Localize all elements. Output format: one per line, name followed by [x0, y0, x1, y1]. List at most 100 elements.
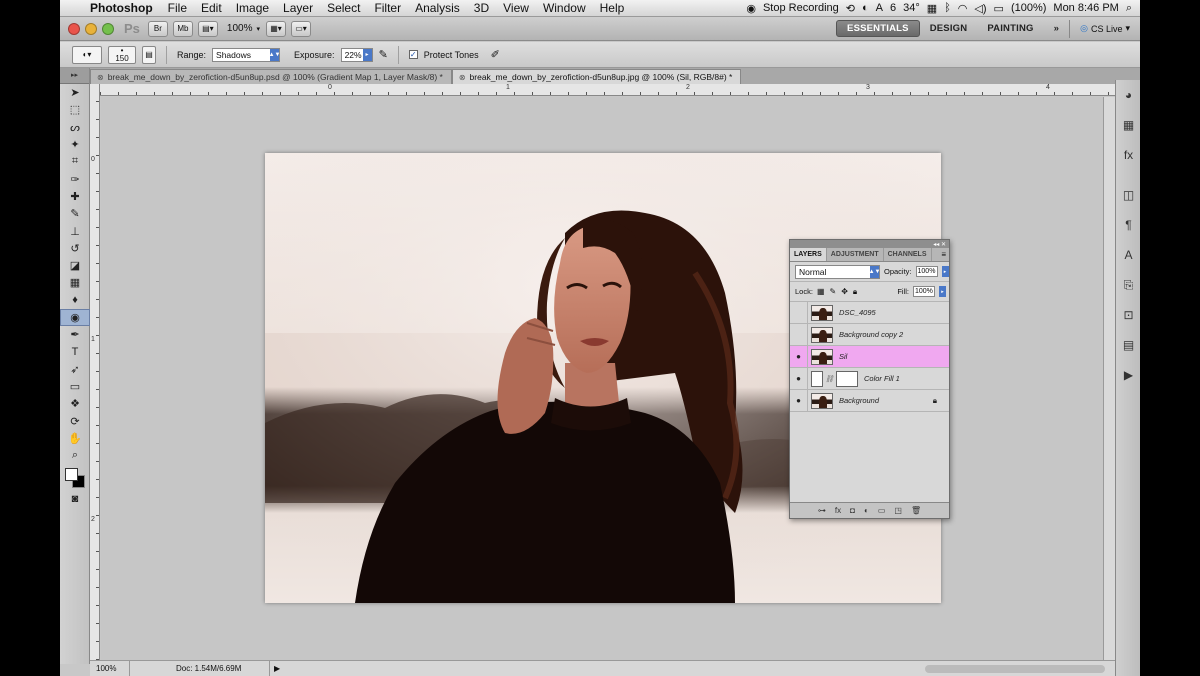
- 3d-rotate-tool-icon[interactable]: ❖: [60, 395, 90, 412]
- canvas-area[interactable]: ◂◂ ✕ LAYERS ADJUSTMENT CHANNELS ≡ Normal…: [101, 97, 1115, 660]
- tab-adjustment[interactable]: ADJUSTMENT: [827, 248, 884, 261]
- eraser-tool-icon[interactable]: ◪: [60, 257, 90, 274]
- crop-tool-icon[interactable]: ⌗: [60, 153, 90, 170]
- link-layers-icon[interactable]: ⊶: [818, 506, 826, 515]
- horizontal-ruler[interactable]: 0 1 2 3 4: [100, 84, 1115, 96]
- sync-icon[interactable]: ⟲: [846, 2, 855, 15]
- airbrush-icon[interactable]: ✎: [379, 48, 388, 61]
- history-panel-icon[interactable]: ◫: [1116, 180, 1140, 210]
- marquee-tool-icon[interactable]: ⬚: [60, 101, 90, 118]
- blur-tool-icon[interactable]: ♦: [60, 292, 90, 309]
- status-menu-arrow-icon[interactable]: ▶: [270, 664, 280, 673]
- menu-extra-icon[interactable]: ◐: [862, 2, 869, 14]
- tab-jpg-document[interactable]: ⊗ break_me_down_by_zerofiction-d5un8up.j…: [451, 69, 742, 84]
- tab-channels[interactable]: CHANNELS: [884, 248, 932, 261]
- workspace-design[interactable]: DESIGN: [920, 23, 978, 34]
- character-panel-icon[interactable]: A: [1116, 240, 1140, 270]
- chevron-right-icon[interactable]: ▸: [941, 266, 949, 277]
- eye-icon[interactable]: ●: [790, 345, 808, 368]
- hand-tool-icon[interactable]: ✋: [60, 430, 90, 447]
- zoom-tool-icon[interactable]: ⌕: [60, 447, 90, 464]
- minimize-window-button[interactable]: [85, 22, 97, 35]
- menu-app-name[interactable]: Photoshop: [86, 1, 161, 15]
- status-doc-size[interactable]: Doc: 1.54M/6.69M: [130, 660, 270, 676]
- brush-panel-toggle[interactable]: ▤: [142, 45, 156, 64]
- mask-thumbnail[interactable]: [836, 370, 858, 387]
- swatches-panel-icon[interactable]: ▦: [1116, 110, 1140, 140]
- more-workspaces[interactable]: »: [1044, 23, 1069, 34]
- layer-row-background[interactable]: ● Background 🔒︎: [790, 389, 949, 412]
- gradient-tool-icon[interactable]: ▦: [60, 274, 90, 291]
- eye-icon[interactable]: ●: [790, 367, 808, 390]
- spaces-icon[interactable]: ▦: [927, 2, 937, 15]
- collapse-icon[interactable]: ◂◂ ✕: [933, 241, 946, 248]
- tool-preset-picker[interactable]: ◐▾: [72, 45, 102, 64]
- eyedropper-tool-icon[interactable]: ✑: [60, 170, 90, 187]
- lasso-tool-icon[interactable]: ᔕ: [60, 119, 90, 136]
- actions-panel-icon[interactable]: ▶: [1116, 360, 1140, 390]
- shape-tool-icon[interactable]: ▭: [60, 378, 90, 395]
- quick-mask-icon[interactable]: ◙: [60, 491, 90, 508]
- bridge-button[interactable]: Br: [147, 20, 168, 37]
- screen-mode-button[interactable]: ▭▾: [291, 20, 311, 37]
- pen-tool-icon[interactable]: ✒: [60, 326, 90, 343]
- pressure-size-icon[interactable]: ✐: [491, 48, 500, 61]
- fx-icon[interactable]: fx: [835, 506, 841, 515]
- menu-help[interactable]: Help: [593, 1, 632, 15]
- healing-brush-tool-icon[interactable]: ✚: [60, 188, 90, 205]
- clone-stamp-tool-icon[interactable]: ⊥: [60, 222, 90, 239]
- fill-input[interactable]: 100%: [913, 286, 935, 297]
- quick-selection-tool-icon[interactable]: ✦: [60, 136, 90, 153]
- burn-tool-icon[interactable]: ◉: [60, 308, 90, 327]
- menu-indicator-a[interactable]: 6: [890, 2, 896, 14]
- fill-swatch-thumbnail[interactable]: [811, 370, 823, 387]
- menu-filter[interactable]: Filter: [367, 1, 408, 15]
- layer-row-dsc4095[interactable]: DSC_4095: [790, 301, 949, 324]
- brush-tool-icon[interactable]: ✎: [60, 205, 90, 222]
- view-extras-button[interactable]: ▤▾: [197, 20, 218, 37]
- menu-window[interactable]: Window: [536, 1, 593, 15]
- bluetooth-icon[interactable]: ᛒ: [944, 2, 951, 14]
- panel-title-bar[interactable]: ◂◂ ✕: [790, 240, 949, 248]
- color-swatches[interactable]: [60, 465, 90, 491]
- vertical-ruler[interactable]: 0 1 2: [90, 84, 100, 660]
- 3d-orbit-tool-icon[interactable]: ⟳: [60, 413, 90, 430]
- workspace-painting[interactable]: PAINTING: [977, 23, 1043, 34]
- visibility-toggle[interactable]: [790, 323, 808, 346]
- adobe-icon[interactable]: A: [876, 2, 883, 14]
- layer-row-sil[interactable]: ● Sil: [790, 345, 949, 368]
- add-mask-icon[interactable]: ◘: [850, 506, 855, 515]
- lock-pixels-icon[interactable]: ✎: [830, 287, 837, 297]
- horizontal-scrollbar[interactable]: [925, 664, 1105, 673]
- volume-icon[interactable]: ◁): [974, 2, 986, 15]
- menu-view[interactable]: View: [496, 1, 536, 15]
- clone-source-panel-icon[interactable]: ⎘: [1116, 270, 1140, 300]
- status-zoom[interactable]: 100%: [90, 660, 130, 676]
- tools-panel-grip[interactable]: ▸▸: [60, 68, 89, 84]
- close-window-button[interactable]: [68, 22, 80, 35]
- zoom-dropdown-icon[interactable]: ▾: [256, 25, 266, 33]
- vertical-scrollbar[interactable]: [1103, 97, 1115, 660]
- brush-picker[interactable]: • 150: [108, 45, 136, 64]
- menu-select[interactable]: Select: [320, 1, 367, 15]
- minibridge-button[interactable]: Mb: [172, 20, 193, 37]
- zoom-level[interactable]: 100%: [223, 23, 257, 34]
- close-icon[interactable]: ⊗: [97, 73, 104, 82]
- workspace-essentials[interactable]: ESSENTIALS: [836, 20, 920, 37]
- battery-icon[interactable]: ▭: [994, 2, 1004, 15]
- opacity-input[interactable]: 100%: [915, 266, 938, 277]
- foreground-color-swatch[interactable]: [65, 467, 78, 481]
- paragraph-panel-icon[interactable]: ¶: [1116, 210, 1140, 240]
- navigator-panel-icon[interactable]: ⊡: [1116, 300, 1140, 330]
- clock[interactable]: Mon 8:46 PM: [1053, 2, 1118, 14]
- type-tool-icon[interactable]: T: [60, 343, 90, 360]
- layer-row-background-copy-2[interactable]: Background copy 2: [790, 323, 949, 346]
- trash-icon[interactable]: 🗑︎: [911, 506, 921, 515]
- link-chain-icon[interactable]: ⛓︎: [825, 375, 834, 383]
- record-icon[interactable]: ◉: [746, 2, 756, 15]
- menu-indicator-b[interactable]: 34°: [903, 2, 920, 14]
- styles-panel-icon[interactable]: fx: [1116, 140, 1140, 170]
- histogram-panel-icon[interactable]: ▤: [1116, 330, 1140, 360]
- lock-transparency-icon[interactable]: ▦: [817, 287, 825, 297]
- new-layer-icon[interactable]: ◳: [894, 506, 902, 515]
